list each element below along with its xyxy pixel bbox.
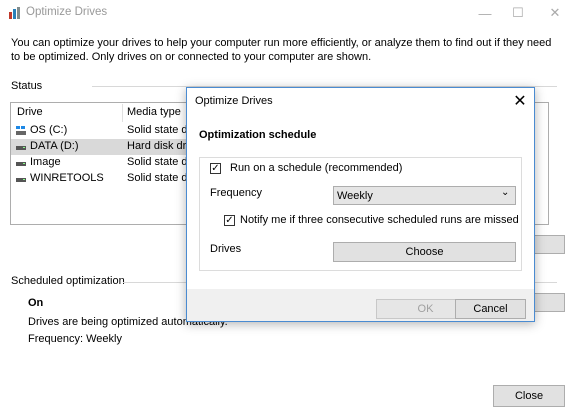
dialog-title: Optimize Drives <box>195 95 273 107</box>
drive-name: OS (C:) <box>30 124 68 136</box>
frequency-value: Weekly <box>337 190 373 202</box>
drive-media-type: Solid state dri <box>127 172 194 184</box>
frequency-label: Frequency <box>210 187 262 199</box>
status-section-label: Status <box>11 80 43 92</box>
close-button[interactable]: Close <box>493 385 565 407</box>
drive-media-type: Solid state dri <box>127 156 194 168</box>
choose-drives-button[interactable]: Choose <box>333 242 516 262</box>
column-separator[interactable] <box>122 104 123 122</box>
scheduled-optimization-label: Scheduled optimization <box>11 275 125 287</box>
drive-name: DATA (D:) <box>30 140 79 152</box>
optimization-schedule-dialog: Optimize Drives ✕ Optimization schedule … <box>186 87 535 322</box>
window-title: Optimize Drives <box>26 6 108 18</box>
maximize-icon[interactable]: ☐ <box>503 0 533 26</box>
column-header-drive[interactable]: Drive <box>17 106 43 118</box>
drive-row[interactable]: OS (C:) Solid state dri <box>11 123 194 139</box>
hard-drive-icon <box>16 162 26 166</box>
run-on-schedule-checkbox[interactable]: ✓ <box>210 163 221 174</box>
cancel-button[interactable]: Cancel <box>455 299 526 319</box>
run-on-schedule-label[interactable]: Run on a schedule (recommended) <box>228 162 405 174</box>
close-icon[interactable]: ✕ <box>540 0 570 26</box>
drives-label: Drives <box>210 243 242 255</box>
drive-row[interactable]: Image Solid state dri <box>11 155 194 171</box>
minimize-icon[interactable]: — <box>470 0 500 26</box>
drive-row-selected[interactable]: DATA (D:) Hard disk drive <box>11 139 200 155</box>
schedule-heading: Optimization schedule <box>199 129 317 141</box>
schedule-state: On <box>28 297 44 309</box>
drive-row[interactable]: WINRETOOLS Solid state dri <box>11 171 194 187</box>
notify-missed-runs-label[interactable]: Notify me if three consecutive scheduled… <box>240 214 519 226</box>
notify-missed-runs-checkbox[interactable]: ✓ <box>224 215 235 226</box>
dialog-content: Optimization schedule ✓ Run on a schedul… <box>187 115 534 289</box>
windows-drive-icon <box>16 126 26 135</box>
drive-media-type: Solid state dri <box>127 124 194 136</box>
title-bar: Optimize Drives — ☐ ✕ <box>0 0 575 26</box>
chevron-down-icon: ⌄ <box>501 187 510 198</box>
intro-text: You can optimize your drives to help you… <box>11 37 552 63</box>
column-header-media-type[interactable]: Media type <box>127 106 181 118</box>
hard-drive-icon <box>16 178 26 182</box>
optimize-drives-app-icon <box>9 7 20 19</box>
dialog-close-icon[interactable]: ✕ <box>509 90 531 112</box>
hard-drive-icon <box>16 146 26 150</box>
drive-name: WINRETOOLS <box>30 172 104 184</box>
frequency-dropdown[interactable]: Weekly ⌄ <box>333 186 516 205</box>
drive-name: Image <box>30 156 61 168</box>
schedule-frequency: Frequency: Weekly <box>28 333 122 345</box>
analyze-button[interactable] <box>530 235 565 254</box>
dialog-title-bar: Optimize Drives ✕ <box>187 88 534 115</box>
change-settings-button[interactable] <box>530 293 565 312</box>
